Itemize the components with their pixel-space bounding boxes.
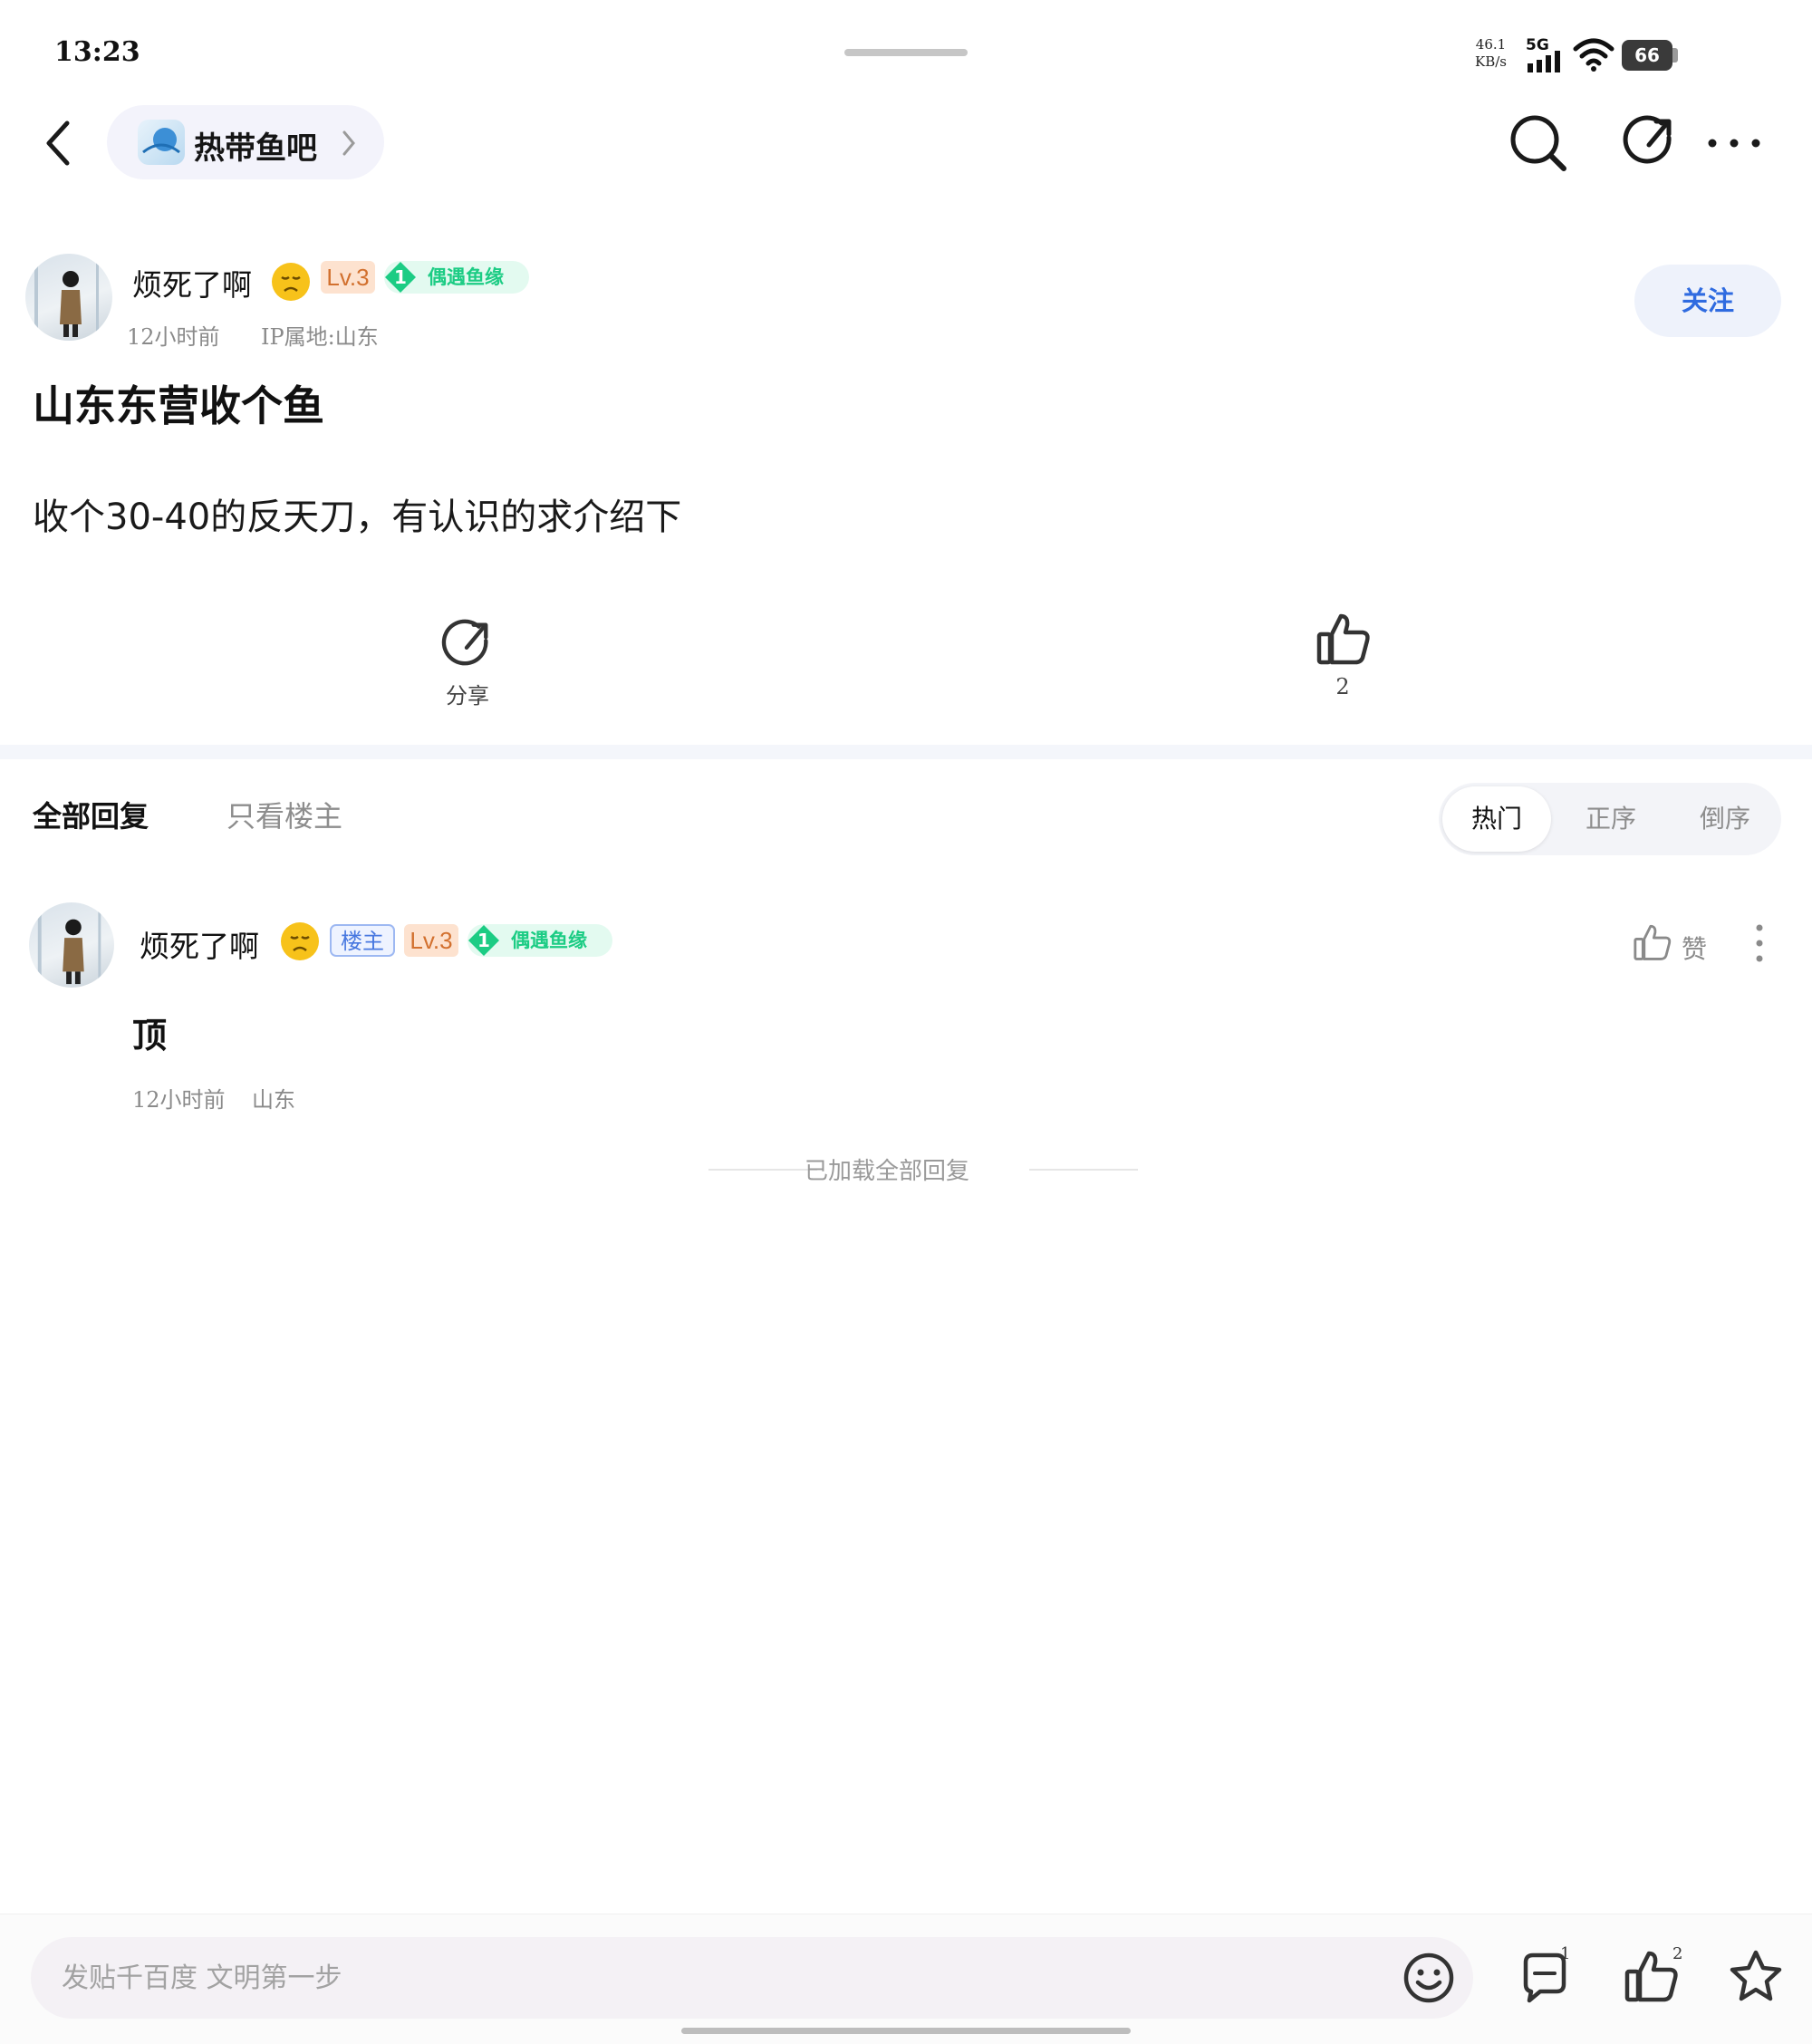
reply-author-avatar[interactable] <box>29 902 114 988</box>
more-button[interactable] <box>1707 134 1761 152</box>
end-of-replies-notice: 已加载全部回复 <box>805 1158 970 1185</box>
sort-option-ascending[interactable]: 正序 <box>1557 786 1665 852</box>
post-time: 12小时前 <box>127 324 220 350</box>
network-speed: 46.1 KB/s <box>1475 36 1507 71</box>
search-icon <box>1510 115 1566 171</box>
forum-name[interactable]: 热带鱼吧 <box>194 123 317 168</box>
emoji-button[interactable] <box>1402 1952 1455 2004</box>
post-like-button[interactable]: 2 <box>1297 607 1388 707</box>
share-icon <box>1623 115 1672 164</box>
cell-signal-icon <box>1526 51 1566 72</box>
header-share-button[interactable] <box>1622 114 1676 169</box>
fan-level-number: 1 <box>477 930 490 951</box>
battery-tip <box>1672 48 1678 63</box>
thumbs-up-icon <box>1624 1951 1678 2002</box>
reply-text: 顶 <box>132 1016 168 1056</box>
author-name[interactable]: 烦死了啊 <box>132 261 252 304</box>
fan-title: 偶遇鱼缘 <box>511 930 587 951</box>
share-label: 分享 <box>446 683 489 709</box>
reply-more-button[interactable] <box>1750 922 1769 964</box>
network-speed-unit: KB/s <box>1475 53 1507 70</box>
smiley-icon <box>1403 1952 1454 2003</box>
status-time: 13:23 <box>54 36 140 68</box>
author-avatar[interactable] <box>25 254 112 341</box>
home-indicator[interactable] <box>681 2028 1131 2034</box>
search-button[interactable] <box>1508 112 1569 174</box>
chevron-right-icon <box>341 129 357 158</box>
reply-author-name[interactable]: 烦死了啊 <box>140 922 259 966</box>
fan-title: 偶遇鱼缘 <box>428 266 504 288</box>
sort-option-descending[interactable]: 倒序 <box>1671 786 1779 852</box>
chevron-left-icon <box>46 121 70 166</box>
back-button[interactable] <box>40 118 76 169</box>
wifi-icon <box>1573 36 1614 72</box>
battery-level: 66 <box>1622 40 1672 71</box>
more-vertical-icon <box>1756 924 1763 962</box>
post-like-count: 2 <box>1335 674 1350 699</box>
level-badge: Lv.3 <box>321 261 375 294</box>
end-divider-right <box>1029 1169 1138 1171</box>
thumbs-up-icon <box>1633 922 1672 962</box>
thumbs-up-icon <box>1316 611 1372 667</box>
post-share-button[interactable]: 分享 <box>417 611 518 710</box>
star-icon <box>1730 1950 1782 2001</box>
forum-logo <box>138 120 185 165</box>
fan-level-number: 1 <box>394 266 407 288</box>
section-divider <box>0 745 1812 759</box>
comment-input[interactable] <box>31 1937 1473 2019</box>
post-ip-location: IP属地:山东 <box>261 324 379 350</box>
reply-fan-badge: 1 偶遇鱼缘 <box>467 924 612 957</box>
sad-face-icon <box>272 263 310 301</box>
reply-location: 山东 <box>252 1087 295 1113</box>
reply-like-label[interactable]: 赞 <box>1682 930 1707 966</box>
bottom-like-count: 2 <box>1672 1944 1683 1963</box>
share-icon <box>440 618 493 670</box>
owner-badge: 楼主 <box>330 924 395 957</box>
follow-button[interactable]: 关注 <box>1634 265 1781 337</box>
sort-option-hot[interactable]: 热门 <box>1442 786 1551 852</box>
post-body: 收个30-40的反天刀，有认识的求介绍下 <box>33 497 682 538</box>
end-divider-left <box>708 1169 817 1171</box>
tab-all-replies[interactable]: 全部回复 <box>33 794 149 835</box>
reply-level-badge: Lv.3 <box>404 924 458 957</box>
comment-count: 1 <box>1560 1944 1571 1963</box>
reply-time: 12小时前 <box>132 1087 226 1113</box>
network-speed-value: 46.1 <box>1475 36 1507 53</box>
fan-badge: 1 偶遇鱼缘 <box>384 261 529 294</box>
window-drag-handle[interactable] <box>844 49 968 56</box>
more-icon <box>1708 139 1760 148</box>
favorite-button[interactable] <box>1727 1948 1785 2004</box>
post-title: 山东东营收个鱼 <box>33 381 324 430</box>
tab-owner-only[interactable]: 只看楼主 <box>226 794 342 835</box>
bottom-like-button[interactable] <box>1624 1948 1680 2004</box>
sad-face-icon <box>281 922 319 960</box>
